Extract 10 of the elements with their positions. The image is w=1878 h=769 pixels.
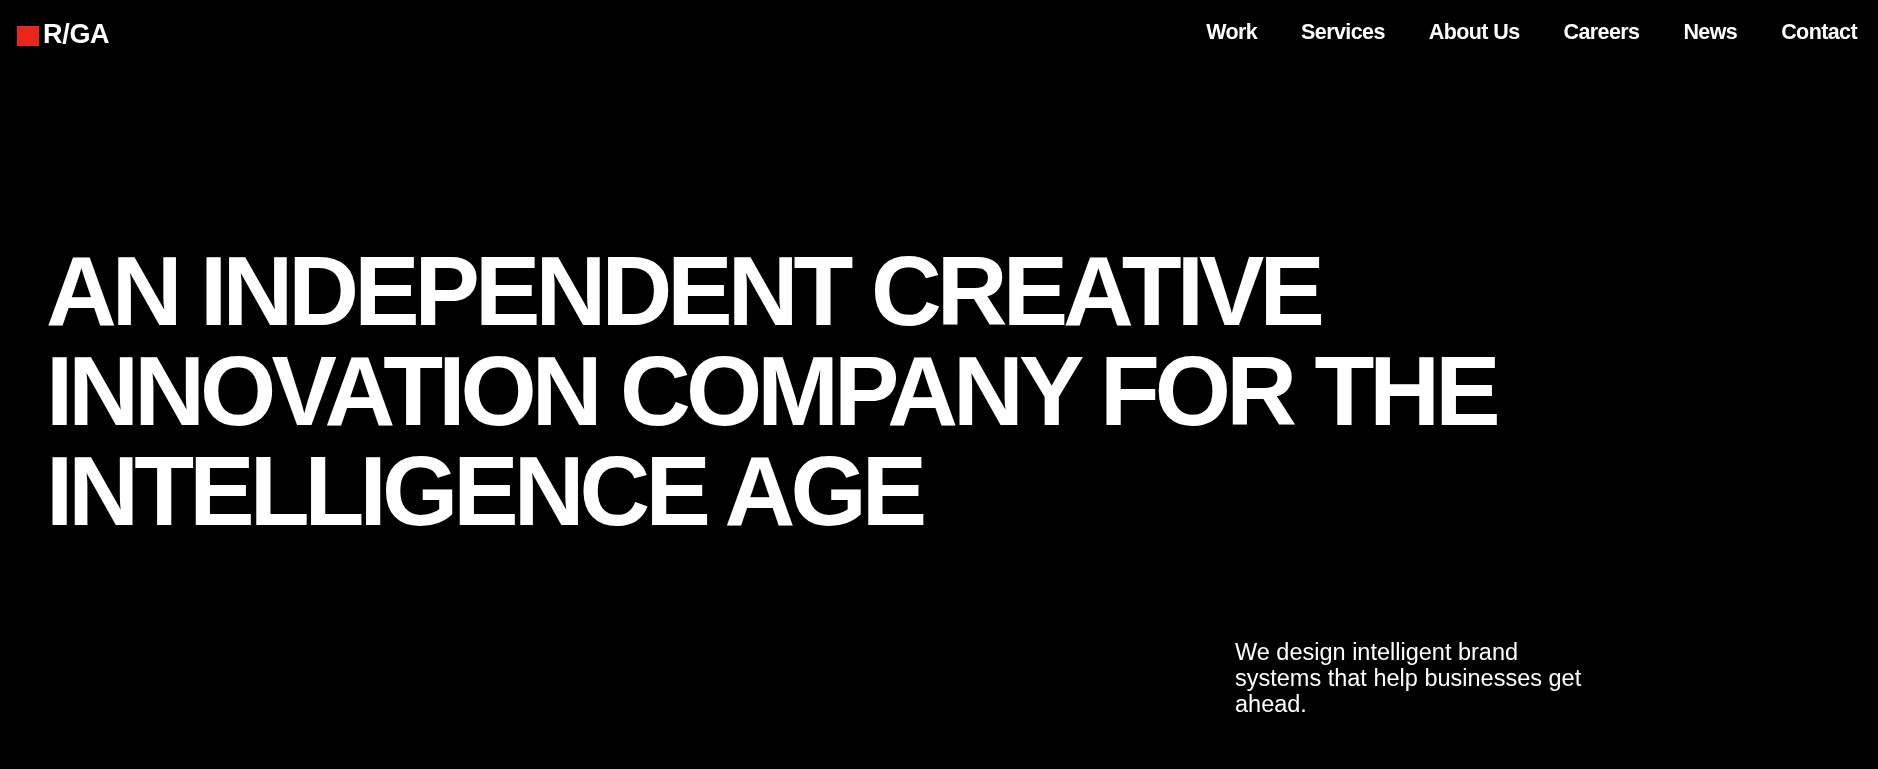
nav-link[interactable]: Careers xyxy=(1563,20,1640,45)
nav-link[interactable]: About Us xyxy=(1428,20,1520,45)
hero-headline: AN INDEPENDENT CREATIVE INNOVATION COMPANY FOR THE INTELLIGENCE AGE xyxy=(46,241,1498,541)
nav-link[interactable]: News xyxy=(1683,20,1738,45)
nav-link[interactable]: Contact xyxy=(1781,20,1857,45)
nav-link[interactable]: Services xyxy=(1301,20,1385,45)
home-logo-link[interactable]: R/GA xyxy=(17,19,110,50)
hero-tagline: We design intelligent brand systems that help businesses get ahead. xyxy=(1235,639,1583,718)
square-icon xyxy=(17,25,39,46)
nav-link[interactable]: Work xyxy=(1206,20,1258,45)
